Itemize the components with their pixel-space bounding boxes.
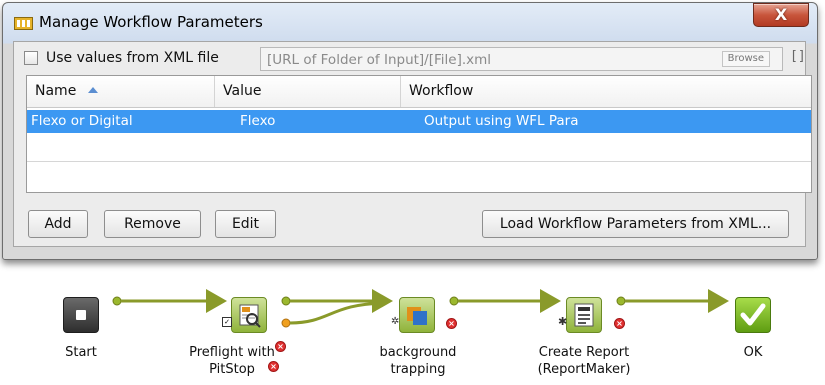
close-button[interactable]: X	[753, 3, 809, 27]
empty-row	[27, 133, 811, 162]
report-label: Create Report (ReportMaker)	[528, 344, 640, 378]
add-button[interactable]: Add	[28, 210, 88, 238]
error-icon: ×	[268, 361, 279, 372]
xml-path-text: [URL of Folder of Input]/[File].xml	[267, 52, 492, 68]
use-xml-label[interactable]: Use values from XML file	[46, 50, 219, 66]
error-icon: ×	[275, 341, 286, 352]
title-bar[interactable]: Manage Workflow Parameters X	[3, 3, 817, 41]
use-xml-checkbox[interactable]	[24, 51, 38, 65]
xml-path-field[interactable]: [URL of Folder of Input]/[File].xml Brow…	[260, 47, 783, 71]
asterisk-icon: ✱	[558, 315, 568, 328]
report-label-line1: Create Report	[538, 345, 630, 360]
ok-label: OK	[743, 345, 763, 360]
bracket-button[interactable]: []	[790, 49, 806, 64]
error-icon: ×	[446, 318, 457, 329]
cell-value: Flexo	[240, 113, 276, 129]
checkmark-icon	[740, 303, 766, 326]
browse-button[interactable]: Browse	[721, 51, 770, 67]
trapping-label-line1: background	[379, 345, 457, 360]
report-icon	[574, 303, 594, 327]
sort-ascending-icon	[88, 87, 98, 93]
remove-button[interactable]: Remove	[104, 210, 201, 238]
table-header: Name Value Workflow	[27, 76, 811, 108]
column-header-name[interactable]: Name	[27, 76, 215, 107]
column-header-name-label: Name	[35, 83, 77, 99]
ok-node[interactable]	[735, 297, 771, 333]
trapping-label-line2: trapping	[390, 362, 446, 377]
report-label-line2: (ReportMaker)	[537, 362, 631, 377]
edit-button[interactable]: Edit	[215, 210, 276, 238]
parameters-icon	[14, 17, 33, 30]
load-xml-button[interactable]: Load Workflow Parameters from XML...	[482, 210, 789, 238]
column-header-value-label: Value	[223, 83, 262, 99]
column-header-workflow-label: Workflow	[409, 83, 474, 99]
gear-icon: ✲	[391, 316, 400, 327]
dialog-title: Manage Workflow Parameters	[39, 13, 263, 31]
cell-name: Flexo or Digital	[31, 113, 133, 129]
report-node[interactable]	[566, 297, 602, 333]
trapping-icon	[407, 307, 427, 325]
preflight-icon	[239, 304, 261, 328]
table-row[interactable]: Flexo or Digital Flexo Output using WFL …	[27, 110, 811, 133]
column-header-workflow[interactable]: Workflow	[401, 76, 811, 107]
stop-square-icon	[76, 310, 86, 320]
preflight-label-line1: Preflight with	[189, 345, 275, 360]
cell-workflow: Output using WFL Para	[424, 113, 579, 129]
start-label: Start	[65, 345, 97, 360]
checklist-icon: ✓	[222, 317, 232, 327]
preflight-node[interactable]	[231, 297, 267, 333]
xml-file-row: Use values from XML file [URL of Folder …	[14, 42, 806, 78]
manage-workflow-parameters-dialog: Manage Workflow Parameters X Use values …	[2, 2, 818, 260]
trapping-node[interactable]	[399, 297, 435, 333]
trapping-label: background trapping	[368, 344, 468, 378]
start-node[interactable]	[63, 297, 99, 333]
close-icon: X	[774, 5, 788, 24]
parameters-table: Name Value Workflow Flexo or Digital Fle…	[26, 75, 812, 193]
column-header-value[interactable]: Value	[215, 76, 401, 107]
error-icon: ×	[614, 318, 625, 329]
